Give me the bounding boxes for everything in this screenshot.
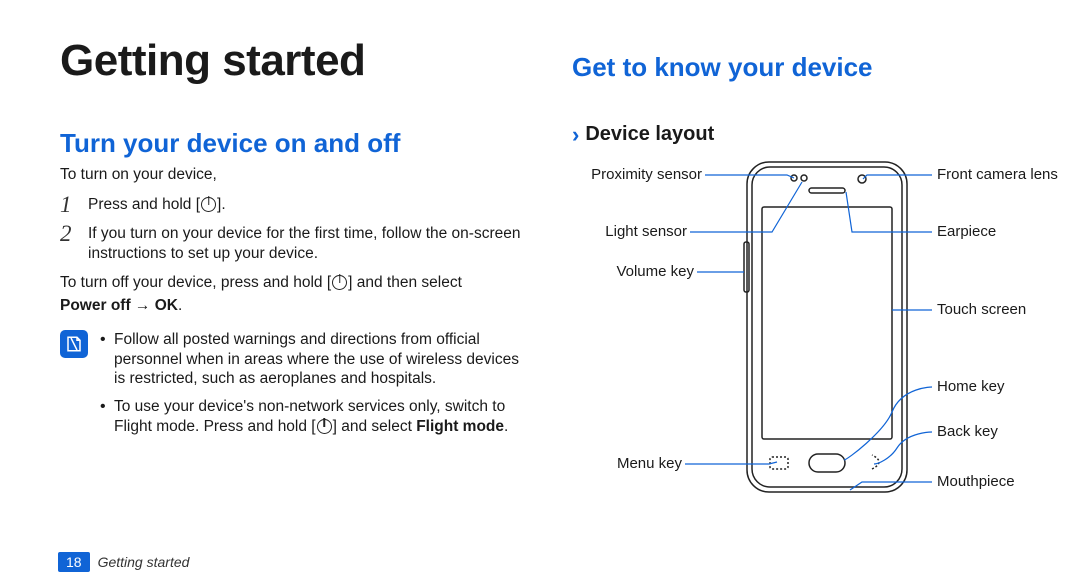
power-icon (201, 197, 216, 212)
b2-end: . (504, 418, 508, 435)
label-front-camera: Front camera lens (937, 167, 1058, 184)
step-2: 2 If you turn on your device for the fir… (60, 222, 534, 264)
step-1: 1 Press and hold []. (60, 193, 534, 216)
chapter-title: Getting started (60, 36, 534, 86)
page-footer: 18 Getting started (58, 552, 189, 572)
turnoff-suffix: ] and then select (348, 274, 462, 291)
step1-suffix: ]. (217, 196, 226, 213)
power-icon (332, 275, 347, 290)
period: . (178, 297, 182, 314)
running-title: Getting started (98, 554, 190, 570)
label-light-sensor: Light sensor (572, 224, 687, 241)
bullet-1: Follow all posted warnings and direction… (100, 330, 534, 389)
label-touch-screen: Touch screen (937, 302, 1026, 319)
turn-off-paragraph: To turn off your device, press and hold … (60, 273, 534, 293)
chevron-right-icon: › (572, 124, 579, 146)
step-number: 1 (60, 193, 88, 216)
flight-mode-label: Flight mode (416, 418, 504, 435)
device-diagram: Proximity sensor Light sensor Volume key… (572, 152, 1052, 532)
note-icon-wrap (60, 330, 100, 358)
b2-mid: ] and select (333, 418, 417, 435)
label-menu-key: Menu key (572, 456, 682, 473)
label-back-key: Back key (937, 424, 998, 441)
power-icon (317, 419, 332, 434)
intro-text: To turn on your device, (60, 165, 534, 185)
power-off-line: Power off → OK. (60, 296, 534, 316)
label-earpiece: Earpiece (937, 224, 996, 241)
section-turn-on-off: Turn your device on and off (60, 128, 534, 159)
bullet-2: To use your device's non-network service… (100, 397, 534, 437)
step1-prefix: Press and hold [ (88, 196, 200, 213)
page-number-badge: 18 (58, 552, 90, 572)
turnoff-prefix: To turn off your device, press and hold … (60, 274, 331, 291)
step-text: Press and hold []. (88, 193, 534, 215)
sub-title-text: Device layout (585, 123, 714, 146)
section-know-device: Get to know your device (572, 52, 1052, 83)
label-volume-key: Volume key (572, 264, 694, 281)
subsection-device-layout: › Device layout (572, 123, 1052, 146)
label-proximity-sensor: Proximity sensor (572, 167, 702, 184)
step-text: If you turn on your device for the first… (88, 222, 534, 264)
note-bullets: Follow all posted warnings and direction… (100, 330, 534, 445)
note-icon (60, 330, 88, 358)
label-mouthpiece: Mouthpiece (937, 474, 1015, 491)
power-off-label: Power off → OK (60, 297, 178, 314)
steps-list: 1 Press and hold []. 2 If you turn on yo… (60, 193, 534, 264)
step-number: 2 (60, 222, 88, 245)
note-block: Follow all posted warnings and direction… (60, 330, 534, 445)
label-home-key: Home key (937, 379, 1005, 396)
